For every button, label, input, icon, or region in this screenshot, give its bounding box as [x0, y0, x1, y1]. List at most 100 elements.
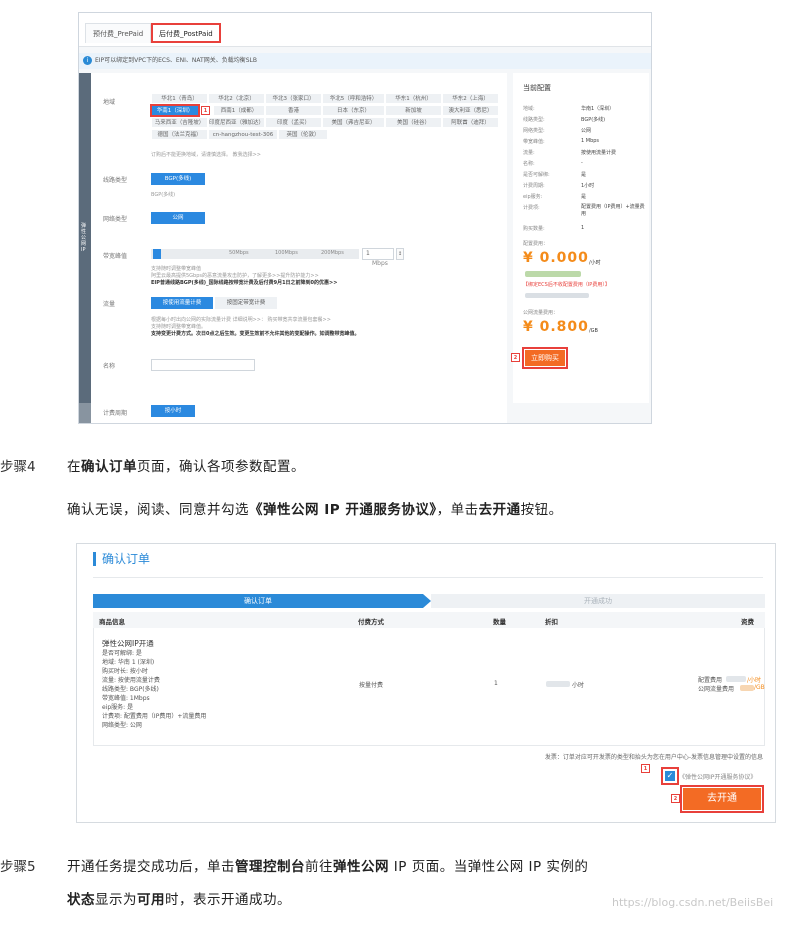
- summary-row-value: 按使用流量计费: [581, 150, 617, 156]
- region-cell[interactable]: 西南1（成都）: [213, 105, 265, 116]
- column-header: 折扣: [545, 618, 558, 626]
- summary-row-label: 是否可解绑:: [523, 172, 550, 178]
- region-cell[interactable]: 华东1（杭州）: [385, 93, 442, 104]
- line-type-label: 线路类型: [103, 177, 128, 184]
- bandwidth-value: 1: [366, 250, 370, 257]
- region-cell[interactable]: 华北1（青岛）: [151, 93, 208, 104]
- step4-bold: 确认订单: [81, 459, 137, 475]
- fee-unit: /GB: [754, 684, 765, 691]
- step-badge-2: 2: [671, 794, 680, 803]
- step5-text: 前往: [305, 859, 333, 875]
- status-text: 状态: [67, 892, 95, 908]
- step4-line2: 确认无误，阅读、同意并勾选《弹性公网 IP 开通服务协议》，单击去开通按钮。: [67, 498, 563, 518]
- region-cell[interactable]: 华北3（张家口）: [265, 93, 322, 104]
- line-bgp-button[interactable]: BGP(多线): [151, 173, 205, 185]
- slider-handle[interactable]: [153, 249, 161, 259]
- side-category-strip: 弹性公网IP: [79, 73, 91, 403]
- region-cell[interactable]: 华北2（北京）: [208, 93, 265, 104]
- summary-row-value: 配置费用（IP费用）+流量费用: [581, 204, 645, 217]
- region-cell[interactable]: 印度尼西亚（雅加达）: [208, 117, 265, 128]
- tab-prepaid[interactable]: 预付费_PrePaid: [85, 23, 152, 43]
- config-price-unit: /小时: [589, 260, 601, 266]
- bandwidth-stepper[interactable]: ↕: [396, 248, 404, 260]
- summary-row-label: 带宽峰值:: [523, 139, 545, 145]
- buy-now-button[interactable]: 立即购买: [522, 347, 568, 369]
- discount-unit: 小时: [572, 682, 585, 689]
- bandwidth-input[interactable]: 1 Mbps: [362, 248, 394, 267]
- eip-purchase-screenshot: 预付费_PrePaid 后付费_PostPaid i EIP可以绑定到VPC下的…: [78, 12, 652, 424]
- bandwidth-hint: 支持随时调整带宽峰值: [151, 266, 202, 272]
- summary-row-label: 购买数量:: [523, 226, 545, 232]
- region-cell[interactable]: 香港: [265, 105, 322, 116]
- region-cell[interactable]: 华北5（呼和浩特）: [322, 93, 385, 104]
- step4-label: 步骤4: [0, 459, 36, 475]
- summary-row-value: 华南1（深圳）: [581, 106, 615, 112]
- side-category-label: 弹性公网IP: [81, 223, 87, 253]
- region-cell[interactable]: cn-hangzhou-test-306: [208, 129, 278, 140]
- region-cell[interactable]: 德国（法兰克福）: [151, 129, 208, 140]
- bandwidth-hint: 阿里云最高提供5Gbps的恶意流量攻击防护，了解更多>>提升防护能力>>: [151, 273, 319, 279]
- step5-text: IP 页面。当弹性公网 IP 实例的: [389, 859, 589, 875]
- region-cell[interactable]: 马来西亚（吉隆坡）: [151, 117, 208, 128]
- region-label: 地域: [103, 99, 116, 106]
- info-notice: i EIP可以绑定到VPC下的ECS、ENI、NAT网关、负载均衡SLB: [79, 53, 651, 69]
- info-icon: i: [83, 56, 92, 65]
- column-header: 资费: [741, 618, 754, 626]
- region-cell[interactable]: 印度（孟买）: [265, 117, 322, 128]
- step5-text: 时，表示开通成功。: [165, 892, 291, 908]
- blurred-detail: [525, 293, 589, 298]
- config-price: ¥ 0.000: [523, 250, 589, 266]
- traffic-price: ¥ 0.800: [523, 319, 589, 335]
- step4-line1: 在确认订单页面，确认各项参数配置。: [67, 455, 305, 475]
- open-button-text: 去开通: [478, 502, 521, 518]
- slider-tick: 100Mbps: [275, 250, 298, 256]
- blurred-price-detail: [525, 271, 581, 277]
- quantity: 1: [494, 680, 498, 687]
- traffic-hint-bold: 支持变更计费方式。次日0点之后生效。变更生效前不允许其他的变配操作。如调整带宽峰…: [151, 331, 360, 337]
- region-cell[interactable]: 美国（弗吉尼亚）: [322, 117, 385, 128]
- region-cell-selected[interactable]: 华南1（深圳）: [150, 104, 200, 117]
- network-type-label: 网络类型: [103, 216, 128, 223]
- product-detail: 线路类型: BGP(多线): [102, 686, 159, 693]
- summary-row-label: eip服务:: [523, 194, 543, 200]
- billing-hourly-button[interactable]: 按小时: [151, 405, 195, 417]
- product-detail: 地域: 华南 1 (深圳): [102, 659, 155, 666]
- traffic-by-usage-button[interactable]: 按使用流量计费: [151, 297, 213, 309]
- step5-text: 显示为: [95, 892, 137, 908]
- traffic-hint: 根据每小时出向公网的实际流量计费 详细说明>>： 购买带宽共享流量包套餐>>: [151, 317, 331, 323]
- summary-row-value: 1: [581, 225, 585, 231]
- agreement-checkbox[interactable]: ✓: [661, 767, 679, 785]
- summary-row-value: 1 Mbps: [581, 138, 600, 144]
- traffic-label: 流量: [103, 301, 116, 308]
- region-cell[interactable]: 英国（伦敦）: [278, 129, 328, 140]
- region-cell[interactable]: 华东2（上海）: [442, 93, 499, 104]
- blurred-fee: [740, 685, 754, 691]
- region-cell[interactable]: 阿联酋（迪拜）: [442, 117, 499, 128]
- step4-text: 在: [67, 459, 81, 475]
- agreement-link[interactable]: 《弹性公网IP开通服务协议》: [679, 772, 756, 781]
- step-badge-1: 1: [641, 764, 650, 773]
- product-detail: 购买时长: 按小时: [102, 668, 148, 675]
- bandwidth-slider[interactable]: 50Mbps 100Mbps 200Mbps: [151, 249, 359, 259]
- tab-postpaid[interactable]: 后付费_PostPaid: [151, 23, 221, 43]
- step4-text: 页面，确认各项参数配置。: [137, 459, 305, 475]
- region-cell[interactable]: 美国（硅谷）: [385, 117, 442, 128]
- network-public-button[interactable]: 公网: [151, 212, 205, 224]
- line-type-value: BGP(多线): [151, 192, 176, 198]
- name-input[interactable]: [151, 359, 255, 371]
- summary-row-label: 计费周期:: [523, 183, 545, 189]
- traffic-by-bandwidth-button[interactable]: 按固定带宽计费: [215, 297, 277, 309]
- region-cell[interactable]: 新加坡: [385, 105, 442, 116]
- product-detail: eip服务: 是: [102, 704, 134, 711]
- fee-label: 公网流量费用: [698, 686, 735, 693]
- region-cell[interactable]: 日本（东京）: [322, 105, 385, 116]
- agreement-link-text: 《弹性公网 IP 开通服务协议》: [249, 502, 437, 518]
- region-cell[interactable]: 澳大利亚（悉尼）: [442, 105, 499, 116]
- progress-arrow: [423, 594, 431, 608]
- summary-row-value: -: [581, 160, 583, 166]
- confirm-order-screenshot: 确认订单 确认订单 开通成功 商品信息 付费方式 数量 折扣 资费 弹性公网IP…: [76, 543, 776, 823]
- product-detail: 网络类型: 公网: [102, 722, 142, 729]
- confirm-order-title: 确认订单: [93, 552, 150, 566]
- go-open-button[interactable]: 去开通: [680, 785, 764, 813]
- step4-text: 确认无误，阅读、同意并勾选: [67, 502, 249, 518]
